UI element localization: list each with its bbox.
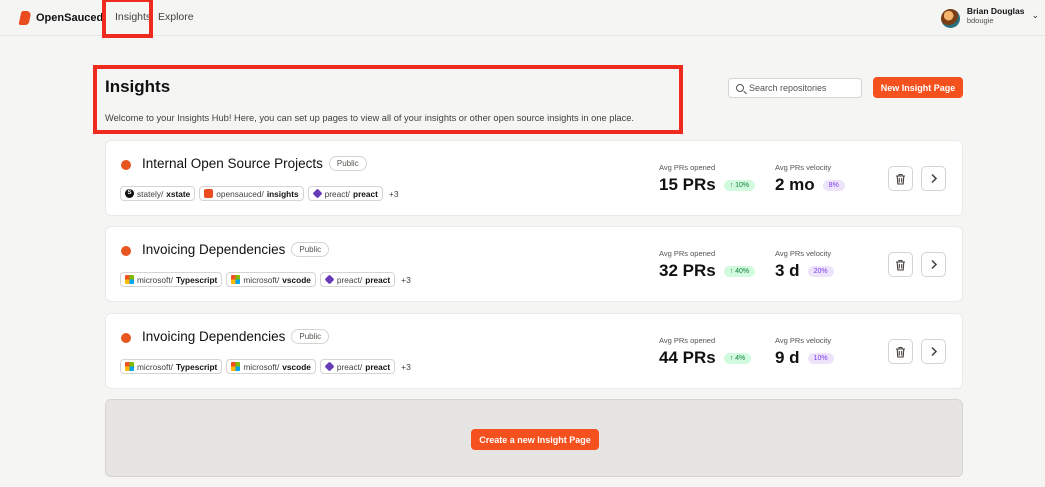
opensauced-logo-icon xyxy=(18,11,32,25)
repo-tag[interactable]: microsoft/vscode xyxy=(226,359,316,374)
chevron-right-icon xyxy=(930,173,937,184)
insight-title[interactable]: Invoicing Dependencies xyxy=(142,329,285,344)
chevron-down-icon: ⌄ xyxy=(1031,10,1039,20)
insight-title[interactable]: Internal Open Source Projects xyxy=(142,156,323,171)
top-nav: OpenSauced Insights Explore Brian Dougla… xyxy=(0,0,1045,36)
preact-icon xyxy=(324,274,335,285)
create-insight-page-button[interactable]: Create a new Insight Page xyxy=(471,429,599,450)
highlight-box-header xyxy=(93,65,683,134)
trash-icon xyxy=(896,173,905,185)
prs-opened-change: ↑ 40% xyxy=(723,265,756,277)
visibility-badge: Public xyxy=(291,242,330,257)
trash-icon xyxy=(896,259,905,271)
delete-button[interactable] xyxy=(888,339,913,364)
delete-button[interactable] xyxy=(888,166,913,191)
repo-list: microsoft/Typescript microsoft/vscode pr… xyxy=(120,359,411,374)
prs-velocity-change: 8% xyxy=(822,179,845,191)
repo-tag[interactable]: microsoft/Typescript xyxy=(120,272,223,287)
search-input[interactable] xyxy=(749,83,859,93)
preact-icon xyxy=(324,361,335,372)
new-insight-page-button[interactable]: New Insight Page xyxy=(873,77,963,98)
status-dot xyxy=(121,160,131,170)
prs-opened-stat: Avg PRs opened 44 PRs ↑ 4% xyxy=(659,336,752,368)
open-insight-button[interactable] xyxy=(921,252,946,277)
microsoft-icon xyxy=(231,362,241,371)
trash-icon xyxy=(896,346,905,358)
avatar xyxy=(940,9,960,28)
chevron-right-icon xyxy=(930,259,937,270)
status-dot xyxy=(121,246,131,256)
prs-velocity-value: 2 mo xyxy=(775,175,815,194)
prs-opened-stat: Avg PRs opened 32 PRs ↑ 40% xyxy=(659,249,756,281)
repo-list: microsoft/Typescript microsoft/vscode pr… xyxy=(120,272,411,287)
prs-velocity-stat: Avg PRs velocity 2 mo 8% xyxy=(775,163,845,195)
user-name: Brian Douglas xyxy=(966,6,1025,16)
open-insight-button[interactable] xyxy=(921,166,946,191)
user-handle: bdougie xyxy=(966,16,994,25)
chevron-right-icon xyxy=(930,346,937,357)
nav-link-explore[interactable]: Explore xyxy=(158,11,194,23)
search-icon xyxy=(736,84,744,92)
microsoft-icon xyxy=(125,362,134,371)
preact-icon xyxy=(312,188,323,199)
visibility-badge: Public xyxy=(328,156,367,171)
create-insight-area: Create a new Insight Page xyxy=(105,399,963,477)
prs-opened-change: ↑ 4% xyxy=(723,352,752,364)
repo-tag[interactable]: preact/preact xyxy=(307,186,383,201)
delete-button[interactable] xyxy=(888,252,913,277)
prs-velocity-change: 20% xyxy=(807,265,834,277)
highlight-box-nav xyxy=(102,0,153,38)
prs-opened-change: ↑ 10% xyxy=(723,179,756,191)
prs-opened-value: 32 PRs xyxy=(659,261,716,280)
repo-tag[interactable]: Sstately/xstate xyxy=(120,186,196,201)
search-box xyxy=(728,78,862,98)
insight-card[interactable]: Invoicing Dependencies Public microsoft/T… xyxy=(105,226,963,302)
insight-card[interactable]: Internal Open Source Projects Public Ssta… xyxy=(105,140,963,216)
visibility-badge: Public xyxy=(291,329,330,344)
repo-tag[interactable]: microsoft/Typescript xyxy=(120,359,223,374)
repo-tag[interactable]: opensauced/insights xyxy=(199,186,304,201)
brand-logo[interactable]: OpenSauced xyxy=(18,11,104,25)
prs-opened-value: 15 PRs xyxy=(659,175,716,194)
stately-icon: S xyxy=(125,189,134,198)
more-repos-count: +3 xyxy=(401,274,411,285)
insight-card[interactable]: Invoicing Dependencies Public microsoft/T… xyxy=(105,313,963,389)
prs-velocity-value: 9 d xyxy=(775,348,800,367)
prs-velocity-stat: Avg PRs velocity 9 d 10% xyxy=(775,336,834,368)
opensauced-icon xyxy=(204,189,214,198)
repo-tag[interactable]: preact/preact xyxy=(319,272,396,287)
prs-opened-value: 44 PRs xyxy=(659,348,716,367)
prs-velocity-value: 3 d xyxy=(775,261,800,280)
prs-velocity-stat: Avg PRs velocity 3 d 20% xyxy=(775,249,834,281)
more-repos-count: +3 xyxy=(388,188,399,199)
repo-tag[interactable]: preact/preact xyxy=(319,359,396,374)
repo-list: Sstately/xstate opensauced/insights prea… xyxy=(120,186,399,201)
more-repos-count: +3 xyxy=(401,361,411,372)
microsoft-icon xyxy=(125,275,134,284)
status-dot xyxy=(121,333,131,343)
prs-opened-stat: Avg PRs opened 15 PRs ↑ 10% xyxy=(659,163,756,195)
microsoft-icon xyxy=(231,275,241,284)
brand-name: OpenSauced xyxy=(36,12,104,24)
repo-tag[interactable]: microsoft/vscode xyxy=(226,272,316,287)
open-insight-button[interactable] xyxy=(921,339,946,364)
user-menu[interactable]: Brian Douglas bdougie ⌄ xyxy=(940,6,1039,28)
insight-title[interactable]: Invoicing Dependencies xyxy=(142,242,285,257)
prs-velocity-change: 10% xyxy=(807,352,834,364)
